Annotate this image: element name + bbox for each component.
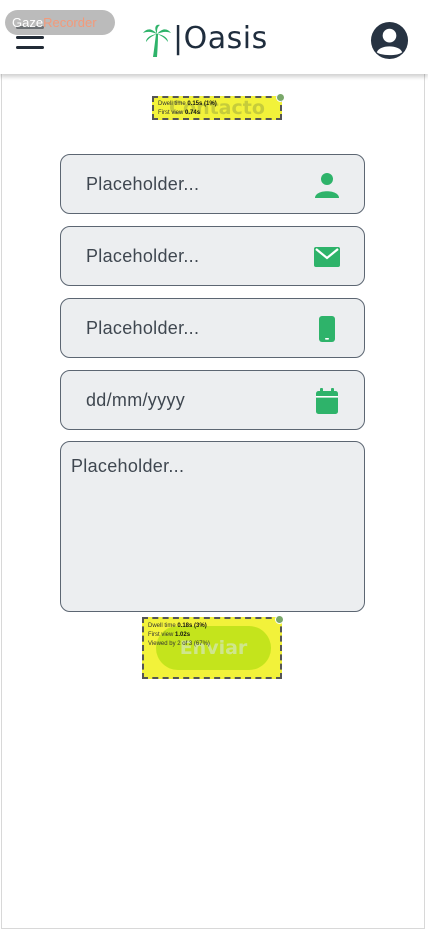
title-dwell-stat: Dwell time 0.15s (1%) [158,100,217,108]
email-placeholder: Placeholder... [86,246,200,266]
gaze-recorder-label: Gaze [12,15,44,30]
heatmap-marker-icon [275,615,284,624]
gaze-recorder-label-accent: Recorder [43,15,97,30]
dwell-value: 0.15s (1%) [187,101,217,107]
message-textarea[interactable]: Placeholder... [60,441,365,612]
submit-dwell-stat: Dwell time 0.18s (3%) [148,622,207,630]
first-view-label: First view [148,632,174,638]
submit-heatmap-overlay: Enviar Dwell time 0.18s (3%) First view … [142,617,282,679]
first-view-value: 0.74s [185,110,201,116]
dwell-value: 0.18s (3%) [177,623,207,629]
name-placeholder: Placeholder... [86,174,200,194]
gaze-recorder-badge: GazeRecorder [5,10,115,35]
date-placeholder: dd/mm/yyyy [86,390,186,410]
smartphone-icon [319,316,335,342]
phone-field[interactable]: Placeholder... [60,298,365,358]
email-field[interactable]: Placeholder... [60,226,365,286]
submit-viewed-by-stat: Viewed by 2 of 3 (67%) [148,640,210,648]
top-bar: GazeRecorder |Oasis [0,0,428,74]
viewed-by-label: Viewed by [148,641,176,647]
title-first-view-stat: First view 0.74s [158,109,200,117]
user-circle-icon[interactable] [370,21,409,60]
date-field[interactable]: dd/mm/yyyy [60,370,365,430]
dwell-label: Dwell time [148,623,176,629]
message-placeholder: Placeholder... [71,456,185,476]
heatmap-marker-icon [276,93,285,102]
envelope-icon [314,247,340,267]
person-icon [315,173,339,198]
first-view-value: 1.02s [175,632,191,638]
phone-placeholder: Placeholder... [86,318,200,338]
page-title-heatmap-overlay: Contacto Dwell time 0.15s (1%) First vie… [152,96,282,120]
viewed-by-value: 2 of 3 (67%) [177,641,210,647]
calendar-icon[interactable] [314,388,340,414]
dwell-label: Dwell time [158,101,186,107]
first-view-label: First view [158,110,184,116]
brand-name: |Oasis [173,21,268,56]
submit-first-view-stat: First view 1.02s [148,631,190,639]
name-field[interactable]: Placeholder... [60,154,365,214]
palm-tree-icon [143,24,171,57]
